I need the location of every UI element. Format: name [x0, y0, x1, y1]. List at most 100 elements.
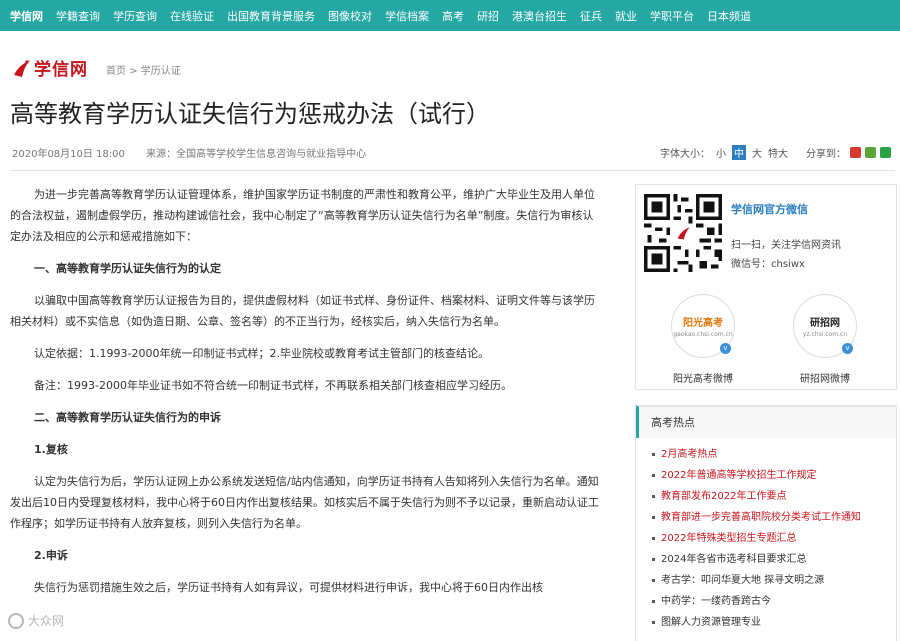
hot-link[interactable]: 图解人力资源管理专业 — [661, 612, 761, 633]
bullet-icon — [652, 495, 655, 498]
publish-date: 2020年08月10日 18:00 — [12, 149, 125, 160]
gaokao-hot-box: 高考热点 2月高考热点 2022年普通高等学校招生工作规定 教育部发布2022年… — [635, 405, 897, 641]
watermark-text: 大众网 — [28, 614, 65, 628]
nav-gat[interactable]: 港澳台招生 — [512, 8, 567, 24]
watermark: 大众网 — [8, 612, 64, 629]
wechat-desc: 扫一扫，关注学信网资讯 — [731, 240, 841, 251]
list-item[interactable]: 图解人力资源管理专业 — [652, 612, 896, 633]
nav-overseas[interactable]: 出国教育背景服务 — [227, 8, 315, 24]
weibo-url: yz.chsi.com.cn — [802, 331, 848, 338]
nav-yanzhao[interactable]: 研招 — [477, 8, 499, 24]
wechat-title[interactable]: 学信网官方微信 — [731, 201, 808, 217]
breadcrumb-separator: > — [129, 66, 138, 77]
nav-zhengbing[interactable]: 征兵 — [580, 8, 602, 24]
font-size-small[interactable]: 小 — [716, 145, 726, 160]
hot-link[interactable]: 2024年各省市选考科目要求汇总 — [661, 549, 806, 570]
font-size-large[interactable]: 大 — [752, 145, 762, 160]
bullet-icon — [652, 537, 655, 540]
verified-icon: v — [842, 343, 853, 354]
list-item[interactable]: 中药学：一缕药香跨古今 — [652, 591, 896, 612]
hot-link[interactable]: 2月高考热点 — [661, 444, 717, 465]
top-nav: 学信网 学籍查询 学历查询 在线验证 出国教育背景服务 图像校对 学信档案 高考… — [0, 0, 900, 31]
share-label: 分享到： — [806, 149, 846, 160]
hot-link[interactable]: 2022年特殊类型招生专题汇总 — [661, 528, 796, 549]
nav-xueli[interactable]: 学历查询 — [113, 8, 157, 24]
article-source: 来源：全国高等学校学生信息咨询与就业指导中心 — [146, 149, 367, 160]
bullet-icon — [652, 516, 655, 519]
wechat-share-icon[interactable] — [880, 147, 891, 158]
qr-code-icon — [644, 194, 722, 272]
list-item[interactable]: 2月高考热点 — [652, 444, 896, 465]
article-paragraph: 认定依据：1.1993-2000年统一印制证书式样；2.毕业院校或教育考试主管部… — [34, 347, 489, 360]
article-paragraph: 为进一步完善高等教育学历认证管理体系，维护国家学历证书制度的严肃性和教育公平，维… — [10, 188, 595, 243]
wechat-box: 学信网官方微信 扫一扫，关注学信网资讯 微信号：chsiwx 阳光高考 gaok… — [635, 184, 897, 390]
weibo-caption[interactable]: 研招网微博 — [775, 370, 875, 385]
share-bar: 分享到： — [806, 145, 891, 160]
weibo-sunshine[interactable]: 阳光高考 gaokao.chsi.com.cn v 阳光高考微博 — [653, 294, 753, 385]
nav-gaokao[interactable]: 高考 — [442, 8, 464, 24]
section-heading: 二、高等教育学历认证失信行为的申诉 — [34, 411, 221, 424]
weibo-share-icon[interactable] — [850, 147, 861, 158]
nav-image-check[interactable]: 图像校对 — [328, 8, 372, 24]
hot-title: 高考热点 — [636, 405, 896, 438]
font-size-medium[interactable]: 中 — [732, 145, 746, 160]
bullet-icon — [652, 600, 655, 603]
list-item[interactable]: 考古学：叩问华夏大地 探寻文明之源 — [652, 570, 896, 591]
bird-logo-icon — [14, 59, 30, 77]
hot-link[interactable]: 考古学：叩问华夏大地 探寻文明之源 — [661, 570, 824, 591]
weibo-brand: 研招网 — [810, 318, 840, 329]
font-size-label: 字体大小： — [660, 149, 710, 160]
weibo-brand: 阳光高考 — [683, 318, 723, 329]
verified-icon: v — [720, 343, 731, 354]
breadcrumb-home[interactable]: 首页 — [106, 66, 126, 77]
site-logo[interactable]: 学信网 — [12, 55, 88, 80]
weibo-yanzhao[interactable]: 研招网 yz.chsi.com.cn v 研招网微博 — [775, 294, 875, 385]
section-heading: 一、高等教育学历认证失信行为的认定 — [34, 262, 221, 275]
hot-link[interactable]: 教育部进一步完善高职院校分类考试工作通知 — [661, 507, 861, 528]
nav-chsi[interactable]: 学信网 — [10, 8, 43, 24]
weibo-avatar: 研招网 yz.chsi.com.cn v — [793, 294, 857, 358]
sidebar: 学信网官方微信 扫一扫，关注学信网资讯 微信号：chsiwx 阳光高考 gaok… — [635, 184, 897, 641]
hot-link[interactable]: 教育部发布2022年工作要点 — [661, 486, 786, 507]
article-paragraph: 备注：1993-2000年毕业证书如不符合统一印制证书式样，不再联系相关部门核查… — [34, 379, 512, 392]
breadcrumb-current[interactable]: 学历认证 — [141, 66, 181, 77]
hot-link[interactable]: 中药学：一缕药香跨古今 — [661, 591, 771, 612]
list-item[interactable]: 2024年各省市选考科目要求汇总 — [652, 549, 896, 570]
list-item[interactable]: 教育部发布2022年工作要点 — [652, 486, 896, 507]
font-size-xlarge[interactable]: 特大 — [768, 145, 788, 160]
article-paragraph: 以骗取中国高等教育学历认证报告为目的，提供虚假材料（如证书式样、身份证件、档案材… — [10, 294, 595, 328]
nav-xuezhi[interactable]: 学职平台 — [650, 8, 694, 24]
bullet-icon — [652, 558, 655, 561]
bullet-icon — [652, 453, 655, 456]
nav-japan[interactable]: 日本频道 — [707, 8, 751, 24]
article-paragraph: 失信行为惩罚措施生效之后，学历证书持有人如有异议，可提供材料进行申诉，我中心将于… — [34, 581, 543, 594]
qzone-share-icon[interactable] — [865, 147, 876, 158]
article-body: 为进一步完善高等教育学历认证管理体系，维护国家学历证书制度的严肃性和教育公平，维… — [10, 184, 604, 598]
watermark-logo-icon — [8, 612, 24, 629]
font-size-switcher: 字体大小： 小 中 大 特大 — [660, 145, 788, 160]
hot-list: 2月高考热点 2022年普通高等学校招生工作规定 教育部发布2022年工作要点 … — [636, 438, 896, 633]
wechat-id: 微信号：chsiwx — [731, 259, 805, 270]
list-item[interactable]: 教育部进一步完善高职院校分类考试工作通知 — [652, 507, 896, 528]
breadcrumb: 首页 > 学历认证 — [106, 62, 181, 77]
hot-link[interactable]: 2022年普通高等学校招生工作规定 — [661, 465, 816, 486]
list-item[interactable]: 2022年普通高等学校招生工作规定 — [652, 465, 896, 486]
header-divider — [10, 170, 895, 171]
article-meta: 2020年08月10日 18:00 来源：全国高等学校学生信息咨询与就业指导中心 — [12, 145, 366, 160]
list-item[interactable]: 2022年特殊类型招生专题汇总 — [652, 528, 896, 549]
page-title: 高等教育学历认证失信行为惩戒办法（试行） — [10, 100, 490, 128]
bullet-icon — [652, 474, 655, 477]
bullet-icon — [652, 621, 655, 624]
weibo-caption[interactable]: 阳光高考微博 — [653, 370, 753, 385]
weibo-url: gaokao.chsi.com.cn — [673, 331, 733, 338]
nav-xueji[interactable]: 学籍查询 — [56, 8, 100, 24]
article-paragraph: 认定为失信行为后，学历认证网上办公系统发送短信/站内信通知，向学历证书持有人告知… — [10, 475, 599, 530]
nav-archive[interactable]: 学信档案 — [385, 8, 429, 24]
sub-heading: 1.复核 — [34, 443, 68, 456]
logo-text: 学信网 — [34, 60, 88, 80]
nav-online-verify[interactable]: 在线验证 — [170, 8, 214, 24]
sub-heading: 2.申诉 — [34, 549, 68, 562]
weibo-avatar: 阳光高考 gaokao.chsi.com.cn v — [671, 294, 735, 358]
bullet-icon — [652, 579, 655, 582]
nav-jiuye[interactable]: 就业 — [615, 8, 637, 24]
